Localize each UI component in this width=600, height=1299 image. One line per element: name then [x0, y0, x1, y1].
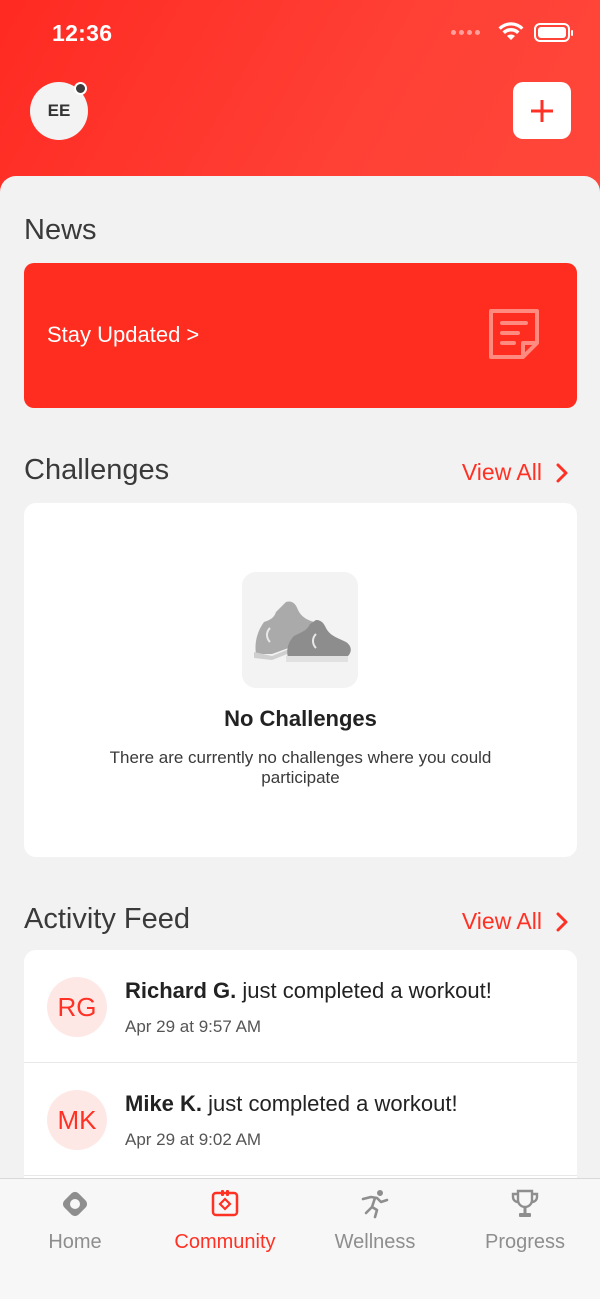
feed-user-name: Mike K.: [125, 1091, 203, 1116]
chevron-right-icon: [556, 463, 568, 482]
avatar-initials: EE: [47, 101, 71, 120]
wifi-icon: [498, 22, 524, 40]
plus-icon: [531, 99, 553, 122]
add-button[interactable]: [513, 82, 571, 139]
tab-label: Wellness: [334, 1231, 416, 1253]
feed-text: Richard G. just completed a workout!: [125, 978, 492, 1004]
chevron-right-icon: [556, 912, 568, 931]
activity-feed-card: RG Richard G. just completed a workout! …: [24, 950, 577, 1186]
news-title: News: [24, 214, 97, 246]
shoes-icon: [242, 572, 358, 688]
feed-timestamp: Apr 29 at 9:57 AM: [125, 1017, 262, 1036]
tab-wellness[interactable]: Wellness: [300, 1187, 450, 1257]
feed-avatar: MK: [47, 1090, 107, 1150]
battery-icon: [534, 22, 573, 42]
trophy-icon: [511, 1189, 539, 1217]
tab-progress[interactable]: Progress: [450, 1187, 600, 1257]
home-icon: [62, 1191, 88, 1217]
empty-challenges-description: There are currently no challenges where …: [109, 748, 492, 787]
status-icons: [451, 22, 573, 42]
feed-item[interactable]: RG Richard G. just completed a workout! …: [24, 950, 577, 1063]
tab-bar: Home Community Wellness Progress: [0, 1178, 600, 1299]
news-card[interactable]: Stay Updated >: [24, 263, 577, 408]
feed-item[interactable]: MK Mike K. just completed a workout! Apr…: [24, 1063, 577, 1176]
wellness-icon: [361, 1190, 389, 1219]
view-all-label: View All: [461, 459, 542, 485]
view-all-label: View All: [461, 908, 542, 934]
challenges-title: Challenges: [24, 454, 170, 486]
challenges-card: No Challenges There are currently no cha…: [24, 503, 577, 857]
news-document-icon: [489, 309, 539, 359]
feed-timestamp: Apr 29 at 9:02 AM: [125, 1130, 262, 1149]
feed-message: just completed a workout!: [236, 978, 492, 1003]
feed-message: just completed a workout!: [202, 1091, 458, 1116]
tab-label: Progress: [484, 1231, 566, 1253]
activity-feed-title: Activity Feed: [24, 903, 190, 935]
tab-home[interactable]: Home: [0, 1187, 150, 1257]
notification-dot: [74, 82, 87, 95]
feed-user-name: Richard G.: [125, 978, 237, 1003]
tab-label: Home: [48, 1231, 102, 1253]
community-icon: [211, 1190, 239, 1217]
status-time: 12:36: [52, 20, 113, 46]
signal-icon: [451, 29, 480, 35]
status-bar: 12:36: [0, 0, 600, 66]
tab-label: Community: [174, 1231, 276, 1253]
challenges-view-all[interactable]: View All: [462, 459, 568, 486]
activity-view-all[interactable]: View All: [462, 908, 568, 935]
content-sheet: News Stay Updated > Challenges View All: [0, 176, 600, 1186]
feed-avatar: RG: [47, 977, 107, 1037]
tab-community[interactable]: Community: [150, 1187, 300, 1257]
news-card-label: Stay Updated >: [47, 322, 200, 347]
empty-challenges-title: No Challenges: [224, 706, 377, 731]
feed-text: Mike K. just completed a workout!: [125, 1091, 458, 1117]
